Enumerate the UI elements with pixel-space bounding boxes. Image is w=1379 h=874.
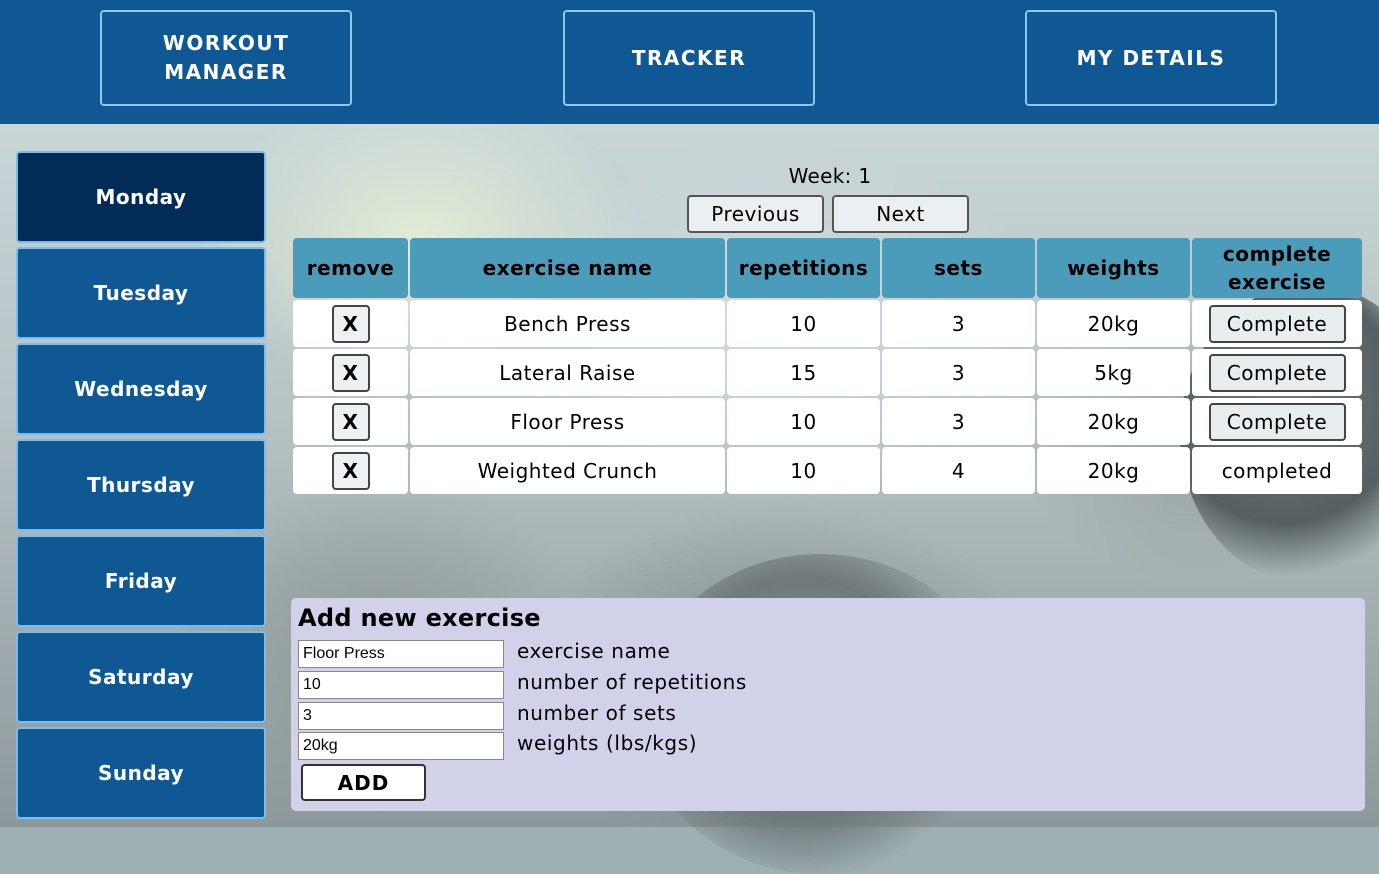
- complete-exercise-button[interactable]: Complete: [1208, 402, 1346, 441]
- exercise-name-label: exercise name: [517, 639, 671, 663]
- remove-cell: X: [293, 398, 408, 445]
- completed-status: completed: [1192, 447, 1362, 494]
- weights-cell: 20kg: [1037, 300, 1190, 347]
- exercise-name-cell: Bench Press: [410, 300, 725, 347]
- sets-cell: 3: [882, 398, 1035, 445]
- exercise-name-cell: Floor Press: [410, 398, 725, 445]
- sets-cell: 3: [882, 349, 1035, 396]
- day-button-friday[interactable]: Friday: [16, 535, 266, 627]
- day-button-monday[interactable]: Monday: [16, 151, 266, 243]
- sets-label: number of sets: [517, 701, 677, 725]
- day-button-wednesday[interactable]: Wednesday: [16, 343, 266, 435]
- header-repetitions: repetitions: [727, 238, 880, 298]
- repetitions-cell: 10: [727, 300, 880, 347]
- remove-exercise-button[interactable]: X: [331, 402, 370, 441]
- weights-cell: 5kg: [1037, 349, 1190, 396]
- weights-label: weights (lbs/kgs): [517, 731, 698, 755]
- sets-input[interactable]: [298, 702, 504, 730]
- header-weights: weights: [1037, 238, 1190, 298]
- header-remove: remove: [293, 238, 408, 298]
- complete-exercise-button[interactable]: Complete: [1208, 304, 1346, 343]
- day-button-saturday[interactable]: Saturday: [16, 631, 266, 723]
- remove-exercise-button[interactable]: X: [331, 451, 370, 490]
- complete-cell: Complete: [1192, 300, 1362, 347]
- repetitions-input[interactable]: [298, 671, 504, 699]
- repetitions-cell: 10: [727, 447, 880, 494]
- remove-cell: X: [293, 300, 408, 347]
- repetitions-label: number of repetitions: [517, 670, 747, 694]
- weights-cell: 20kg: [1037, 447, 1190, 494]
- complete-cell: Complete: [1192, 398, 1362, 445]
- complete-cell: Complete: [1192, 349, 1362, 396]
- top-navigation: WORKOUT MANAGER TRACKER MY DETAILS: [0, 0, 1379, 124]
- header-complete-exercise: complete exercise: [1192, 238, 1362, 298]
- repetitions-cell: 10: [727, 398, 880, 445]
- add-exercise-button[interactable]: ADD: [301, 764, 426, 801]
- exercise-name-cell: Lateral Raise: [410, 349, 725, 396]
- add-exercise-title: Add new exercise: [298, 604, 541, 632]
- header-sets: sets: [882, 238, 1035, 298]
- day-button-sunday[interactable]: Sunday: [16, 727, 266, 819]
- header-exercise-name: exercise name: [410, 238, 725, 298]
- next-week-button[interactable]: Next: [832, 195, 969, 233]
- remove-exercise-button[interactable]: X: [331, 353, 370, 392]
- nav-my-details-button[interactable]: MY DETAILS: [1025, 10, 1277, 106]
- remove-cell: X: [293, 447, 408, 494]
- repetitions-cell: 15: [727, 349, 880, 396]
- weights-input[interactable]: [298, 732, 504, 760]
- remove-cell: X: [293, 349, 408, 396]
- sets-cell: 4: [882, 447, 1035, 494]
- week-label: Week: 1: [788, 164, 872, 188]
- previous-week-button[interactable]: Previous: [687, 195, 824, 233]
- sets-cell: 3: [882, 300, 1035, 347]
- remove-exercise-button[interactable]: X: [331, 304, 370, 343]
- exercise-name-input[interactable]: [298, 640, 504, 668]
- nav-workout-manager-button[interactable]: WORKOUT MANAGER: [100, 10, 352, 106]
- complete-exercise-button[interactable]: Complete: [1208, 353, 1346, 392]
- exercise-name-cell: Weighted Crunch: [410, 447, 725, 494]
- nav-tracker-button[interactable]: TRACKER: [563, 10, 815, 106]
- weights-cell: 20kg: [1037, 398, 1190, 445]
- day-button-tuesday[interactable]: Tuesday: [16, 247, 266, 339]
- day-button-thursday[interactable]: Thursday: [16, 439, 266, 531]
